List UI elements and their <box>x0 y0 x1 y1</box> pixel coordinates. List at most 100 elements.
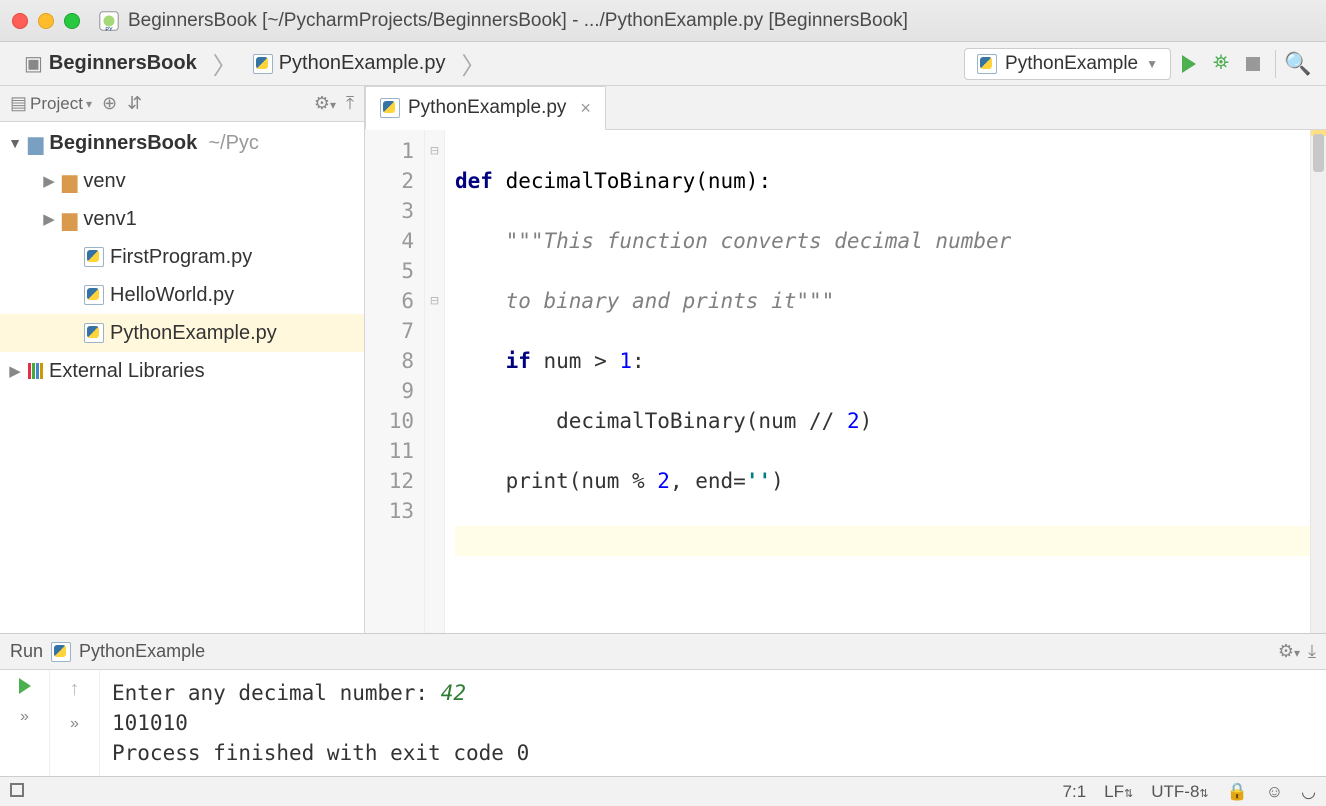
tree-item-label: venv1 <box>83 208 136 231</box>
console-exit-message: Process finished with exit code 0 <box>112 738 1314 768</box>
project-icon: ▤ <box>10 93 27 114</box>
chevron-right-icon: ▶ <box>42 172 56 190</box>
debug-button[interactable]: ⛯ <box>1207 50 1235 78</box>
python-file-icon <box>380 98 400 118</box>
console-output[interactable]: Enter any decimal number: 42 101010 Proc… <box>100 670 1326 776</box>
editor-tab-pythonexample[interactable]: PythonExample.py × <box>365 86 606 130</box>
folder-icon: ▣ <box>24 51 43 76</box>
up-arrow-icon[interactable]: ↑ <box>70 678 80 701</box>
gear-icon[interactable]: ⚙▾ <box>1278 641 1300 662</box>
project-toolbar: ▤ Project▾ ⊕ ⇵ ⚙▾ ⤒ <box>0 86 364 122</box>
tree-file-pythonexample[interactable]: PythonExample.py <box>0 314 364 352</box>
run-title: Run <box>10 641 43 662</box>
libraries-icon <box>28 363 43 379</box>
breadcrumb-file[interactable]: PythonExample.py <box>243 48 456 79</box>
play-icon <box>1182 55 1196 73</box>
module-folder-icon: ▆ <box>28 131 43 156</box>
search-icon: 🔍 <box>1284 51 1311 77</box>
window-title: BeginnersBook [~/PycharmProjects/Beginne… <box>128 10 908 32</box>
line-separator-selector[interactable]: LF⇅ <box>1104 782 1133 802</box>
tree-folder-venv[interactable]: ▶ ▆ venv <box>0 162 364 200</box>
python-file-icon <box>84 285 104 305</box>
tree-root[interactable]: ▼ ▆ BeginnersBook ~/Pyc <box>0 124 364 162</box>
encoding-selector[interactable]: UTF-8⇅ <box>1151 782 1208 802</box>
tree-item-label: venv <box>83 170 125 193</box>
python-file-icon <box>84 247 104 267</box>
breadcrumb-root[interactable]: ▣ BeginnersBook <box>14 47 207 80</box>
scrollbar-thumb[interactable] <box>1313 134 1324 172</box>
chevron-down-icon: ▼ <box>8 135 22 151</box>
stop-button[interactable] <box>1239 50 1267 78</box>
separator <box>1275 50 1276 78</box>
code-content[interactable]: def decimalToBinary(num): """This functi… <box>445 130 1310 633</box>
editor-scrollbar[interactable] <box>1310 130 1326 633</box>
minimize-window-button[interactable] <box>38 13 54 29</box>
run-body: » ↑ » Enter any decimal number: 42 10101… <box>0 670 1326 776</box>
tree-item-label: HelloWorld.py <box>110 284 234 307</box>
line-numbers: 123 456 789 101112 13 <box>365 130 425 633</box>
run-side-toolbar-2: ↑ » <box>50 670 100 776</box>
notifications-icon[interactable]: ◡ <box>1301 782 1316 802</box>
expand-icon[interactable]: » <box>20 708 29 726</box>
editor-tabs: PythonExample.py × <box>365 86 1326 130</box>
run-config-label: PythonExample <box>1005 53 1138 75</box>
close-tab-icon[interactable]: × <box>574 98 591 119</box>
gear-icon[interactable]: ⚙▾ <box>314 93 336 114</box>
run-button[interactable] <box>1175 50 1203 78</box>
collapse-all-icon[interactable]: ⇵ <box>127 93 142 114</box>
tree-file-firstprogram[interactable]: FirstProgram.py <box>0 238 364 276</box>
run-tool-window: Run PythonExample ⚙▾ ⤓ » ↑ » Enter any d… <box>0 633 1326 776</box>
project-tool-window: ▤ Project▾ ⊕ ⇵ ⚙▾ ⤒ ▼ ▆ BeginnersBook ~/… <box>0 86 365 633</box>
chevron-right-icon: ▶ <box>42 210 56 228</box>
app-icon: PY <box>98 10 120 32</box>
console-prompt: Enter any decimal number: <box>112 681 441 705</box>
main-split: ▤ Project▾ ⊕ ⇵ ⚙▾ ⤒ ▼ ▆ BeginnersBook ~/… <box>0 86 1326 633</box>
chevron-right-icon: ▶ <box>8 362 22 380</box>
search-everywhere-button[interactable]: 🔍 <box>1284 50 1312 78</box>
cursor-position[interactable]: 7:1 <box>1063 782 1087 802</box>
locate-icon[interactable]: ⊕ <box>102 93 117 114</box>
editor-tab-label: PythonExample.py <box>408 97 566 119</box>
project-view-label: Project <box>30 94 83 114</box>
tree-item-label: PythonExample.py <box>110 322 277 345</box>
tree-item-label: External Libraries <box>49 360 205 383</box>
breadcrumb-separator-icon: 〉 <box>459 46 487 81</box>
folder-icon: ▆ <box>62 169 77 194</box>
breadcrumb-file-label: PythonExample.py <box>279 52 446 75</box>
fold-icon[interactable]: ⊟ <box>425 136 444 166</box>
folder-icon: ▆ <box>62 207 77 232</box>
python-file-icon <box>51 642 71 662</box>
project-view-selector[interactable]: ▤ Project▾ <box>10 93 92 114</box>
run-config-name: PythonExample <box>79 641 205 662</box>
chevron-down-icon: ▼ <box>1146 57 1158 71</box>
python-file-icon <box>253 54 273 74</box>
tool-window-toggle[interactable] <box>10 782 24 802</box>
fold-icon[interactable]: ⊟ <box>425 286 444 316</box>
close-window-button[interactable] <box>12 13 28 29</box>
tree-root-label: BeginnersBook ~/Pyc <box>49 132 259 155</box>
expand-icon[interactable]: » <box>70 715 79 733</box>
stop-icon <box>1246 57 1260 71</box>
tree-external-libraries[interactable]: ▶ External Libraries <box>0 352 364 390</box>
download-icon[interactable]: ⤓ <box>1308 641 1316 662</box>
bug-icon: ⛯ <box>1213 52 1229 75</box>
chevron-down-icon: ▾ <box>86 97 92 111</box>
project-tree: ▼ ▆ BeginnersBook ~/Pyc ▶ ▆ venv ▶ ▆ ven… <box>0 122 364 392</box>
navigation-toolbar: ▣ BeginnersBook 〉 PythonExample.py 〉 Pyt… <box>0 42 1326 86</box>
rerun-button[interactable] <box>19 678 31 694</box>
tree-folder-venv1[interactable]: ▶ ▆ venv1 <box>0 200 364 238</box>
editor[interactable]: 123 456 789 101112 13 ⊟ ⊟ def decimalToB… <box>365 130 1326 633</box>
maximize-window-button[interactable] <box>64 13 80 29</box>
editor-area: PythonExample.py × 123 456 789 101112 13… <box>365 86 1326 633</box>
fold-gutter: ⊟ ⊟ <box>425 130 445 633</box>
console-program-output: 101010 <box>112 708 1314 738</box>
inspector-icon[interactable]: ☺ <box>1266 782 1283 802</box>
readonly-toggle-icon[interactable]: 🔒 <box>1227 782 1248 802</box>
run-config-selector[interactable]: PythonExample ▼ <box>964 48 1171 80</box>
python-file-icon <box>977 54 997 74</box>
breadcrumb-root-label: BeginnersBook <box>49 52 197 75</box>
status-bar: 7:1 LF⇅ UTF-8⇅ 🔒 ☺ ◡ <box>0 776 1326 806</box>
hide-icon[interactable]: ⤒ <box>346 93 354 114</box>
run-header: Run PythonExample ⚙▾ ⤓ <box>0 634 1326 670</box>
tree-file-helloworld[interactable]: HelloWorld.py <box>0 276 364 314</box>
